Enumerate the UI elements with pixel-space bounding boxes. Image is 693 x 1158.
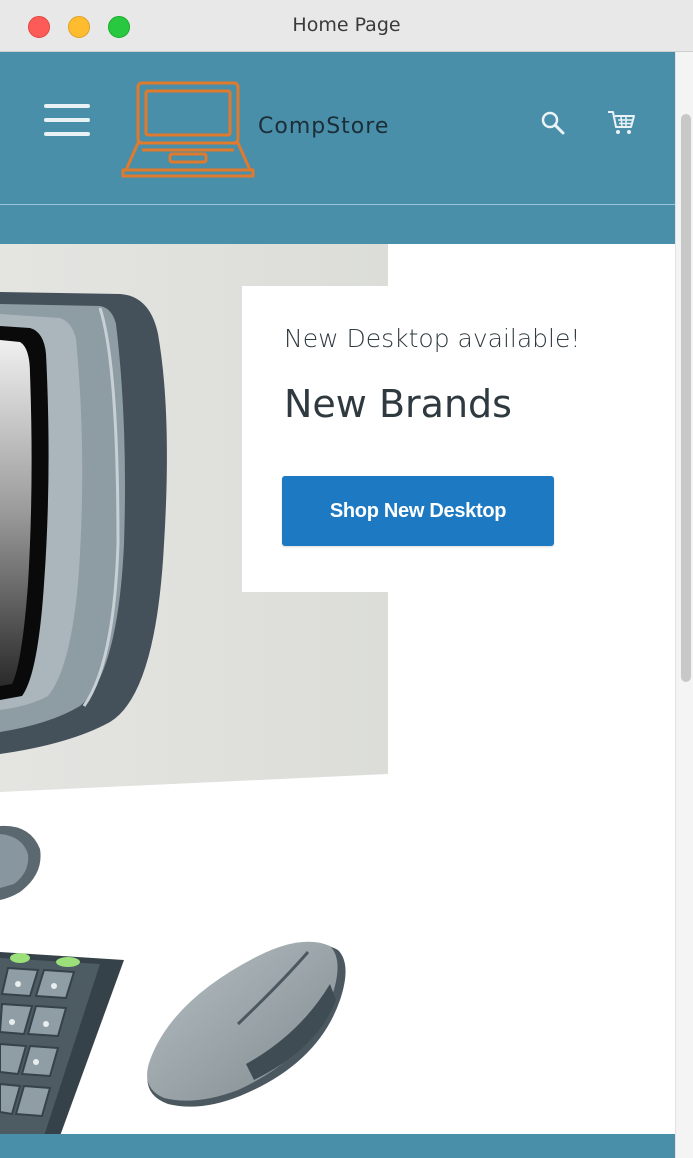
promo-title: New Brands <box>284 382 512 426</box>
promo-subtitle: New Desktop available! <box>284 324 581 353</box>
footer-bar <box>0 1134 675 1158</box>
browser-window: Home Page CompStore New Desktop availabl… <box>0 0 693 1158</box>
page-content: CompStore New Desktop available! New Bra… <box>0 52 675 1158</box>
window-title: Home Page <box>292 14 401 36</box>
search-icon[interactable] <box>540 110 566 136</box>
laptop-logo-icon[interactable] <box>118 78 258 182</box>
title-bar: Home Page <box>0 0 693 52</box>
hamburger-menu-icon[interactable] <box>44 102 90 138</box>
shopping-cart-icon[interactable] <box>606 108 636 138</box>
brand-name[interactable]: CompStore <box>258 114 389 139</box>
promo-card: New Desktop available! New Brands Shop N… <box>242 286 675 592</box>
hero-banner: New Desktop available! New Brands Shop N… <box>0 244 675 1134</box>
navigation-bar <box>0 204 675 244</box>
site-header: CompStore <box>0 52 675 204</box>
scrollbar-thumb[interactable] <box>681 114 691 682</box>
vertical-scrollbar[interactable] <box>675 52 693 1158</box>
shop-new-desktop-button[interactable]: Shop New Desktop <box>282 476 554 546</box>
